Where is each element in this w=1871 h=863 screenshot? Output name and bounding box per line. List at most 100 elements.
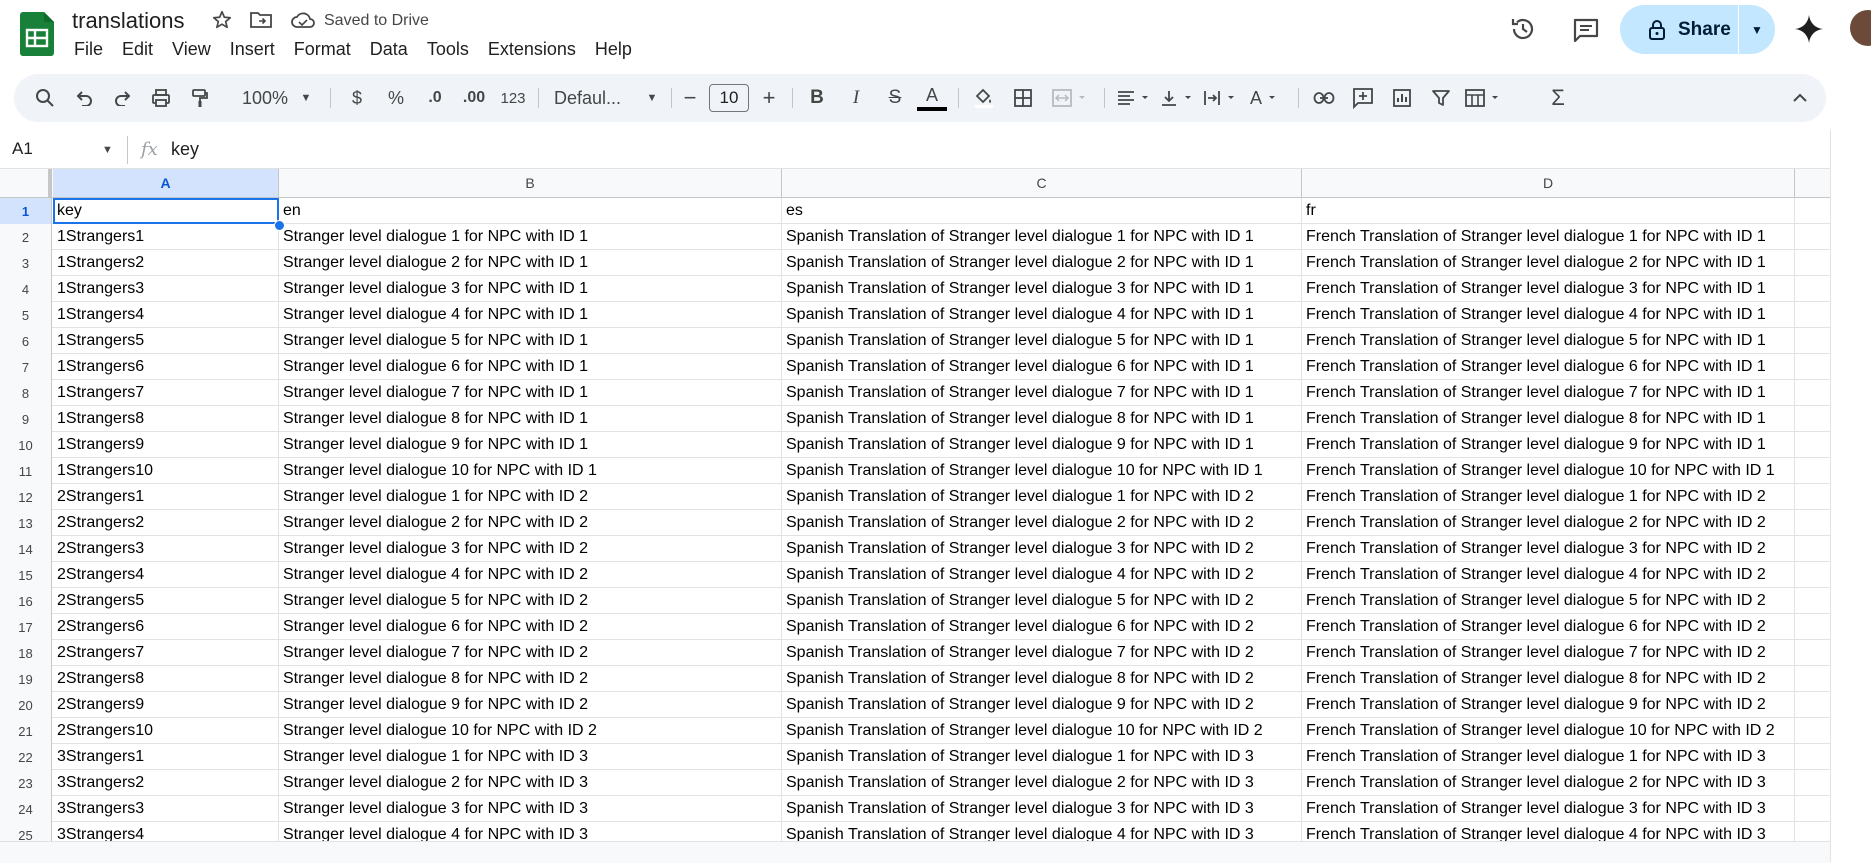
row-header[interactable]: 22 <box>0 744 52 770</box>
text-rotation-button[interactable]: A <box>1242 74 1290 122</box>
cell-b[interactable]: Stranger level dialogue 2 for NPC with I… <box>279 250 782 276</box>
zoom-select[interactable]: 100% <box>236 74 294 122</box>
cell-c[interactable]: Spanish Translation of Stranger level di… <box>782 406 1302 432</box>
cell-b[interactable]: Stranger level dialogue 10 for NPC with … <box>279 458 782 484</box>
row-header[interactable]: 10 <box>0 432 52 458</box>
share-main[interactable]: Share <box>1620 5 1738 54</box>
menu-help[interactable]: Help <box>595 39 632 60</box>
undo-icon[interactable] <box>71 74 97 122</box>
cell-b[interactable]: Stranger level dialogue 6 for NPC with I… <box>279 614 782 640</box>
formula-input[interactable]: key <box>171 139 199 160</box>
cell-d[interactable]: fr <box>1302 198 1795 224</box>
cell-d[interactable]: French Translation of Stranger level dia… <box>1302 614 1795 640</box>
cell-c[interactable]: Spanish Translation of Stranger level di… <box>782 614 1302 640</box>
cell-c[interactable]: Spanish Translation of Stranger level di… <box>782 692 1302 718</box>
cell-d[interactable]: French Translation of Stranger level dia… <box>1302 354 1795 380</box>
star-icon[interactable] <box>211 9 233 31</box>
cell-b[interactable]: Stranger level dialogue 1 for NPC with I… <box>279 744 782 770</box>
row-header[interactable]: 6 <box>0 328 52 354</box>
cell-d[interactable]: French Translation of Stranger level dia… <box>1302 822 1795 841</box>
font-caret-icon[interactable]: ▼ <box>644 74 660 122</box>
row-header[interactable]: 25 <box>0 822 52 841</box>
version-history-icon[interactable] <box>1509 15 1537 43</box>
print-icon[interactable] <box>148 74 174 122</box>
sheets-logo-icon[interactable] <box>20 12 54 56</box>
cell-d[interactable]: French Translation of Stranger level dia… <box>1302 588 1795 614</box>
cell-b[interactable]: Stranger level dialogue 1 for NPC with I… <box>279 484 782 510</box>
cell-c[interactable]: Spanish Translation of Stranger level di… <box>782 432 1302 458</box>
save-status[interactable]: Saved to Drive <box>324 12 429 30</box>
column-header-d[interactable]: D <box>1302 169 1795 197</box>
insert-comment-icon[interactable] <box>1349 74 1377 122</box>
cell-d[interactable]: French Translation of Stranger level dia… <box>1302 458 1795 484</box>
cell-b[interactable]: Stranger level dialogue 4 for NPC with I… <box>279 562 782 588</box>
comments-icon[interactable] <box>1572 17 1600 43</box>
row-header[interactable]: 15 <box>0 562 52 588</box>
menu-tools[interactable]: Tools <box>427 39 469 60</box>
cell-d[interactable]: French Translation of Stranger level dia… <box>1302 640 1795 666</box>
cell-b[interactable]: Stranger level dialogue 10 for NPC with … <box>279 718 782 744</box>
cell-a[interactable]: 2Strangers5 <box>53 588 279 614</box>
cell-b[interactable]: Stranger level dialogue 8 for NPC with I… <box>279 406 782 432</box>
cell-c[interactable]: es <box>782 198 1302 224</box>
cell-c[interactable]: Spanish Translation of Stranger level di… <box>782 666 1302 692</box>
borders-icon[interactable] <box>1010 74 1036 122</box>
cell-b[interactable]: Stranger level dialogue 7 for NPC with I… <box>279 380 782 406</box>
row-header[interactable]: 16 <box>0 588 52 614</box>
cell-a[interactable]: 1Strangers5 <box>53 328 279 354</box>
cell-d[interactable]: French Translation of Stranger level dia… <box>1302 380 1795 406</box>
cell-d[interactable]: French Translation of Stranger level dia… <box>1302 666 1795 692</box>
cell-a[interactable]: 1Strangers2 <box>53 250 279 276</box>
name-box-caret-icon[interactable]: ▼ <box>102 144 113 156</box>
row-header[interactable]: 9 <box>0 406 52 432</box>
menu-format[interactable]: Format <box>294 39 351 60</box>
font-size-input[interactable]: 10 <box>709 84 749 112</box>
cell-d[interactable]: French Translation of Stranger level dia… <box>1302 796 1795 822</box>
row-header[interactable]: 3 <box>0 250 52 276</box>
menu-insert[interactable]: Insert <box>230 39 275 60</box>
gemini-icon[interactable] <box>1794 14 1824 44</box>
cell-b[interactable]: Stranger level dialogue 2 for NPC with I… <box>279 510 782 536</box>
cell-c[interactable]: Spanish Translation of Stranger level di… <box>782 328 1302 354</box>
redo-icon[interactable] <box>110 74 136 122</box>
row-header[interactable]: 23 <box>0 770 52 796</box>
cell-b[interactable]: Stranger level dialogue 5 for NPC with I… <box>279 328 782 354</box>
document-title[interactable]: translations <box>72 8 185 34</box>
cell-c[interactable]: Spanish Translation of Stranger level di… <box>782 536 1302 562</box>
cell-d[interactable]: French Translation of Stranger level dia… <box>1302 718 1795 744</box>
decrease-font-size-button[interactable]: − <box>679 74 701 122</box>
cloud-saved-icon[interactable] <box>290 9 316 31</box>
cell-c[interactable]: Spanish Translation of Stranger level di… <box>782 510 1302 536</box>
insert-link-icon[interactable] <box>1310 74 1338 122</box>
bold-button[interactable]: B <box>805 74 829 122</box>
cell-d[interactable]: French Translation of Stranger level dia… <box>1302 250 1795 276</box>
cell-a[interactable]: 2Strangers9 <box>53 692 279 718</box>
row-header[interactable]: 11 <box>0 458 52 484</box>
font-family-select[interactable]: Defaul... <box>554 74 644 122</box>
row-header[interactable]: 19 <box>0 666 52 692</box>
cell-b[interactable]: Stranger level dialogue 7 for NPC with I… <box>279 640 782 666</box>
share-button[interactable]: Share ▼ <box>1620 5 1775 54</box>
increase-font-size-button[interactable]: + <box>758 74 780 122</box>
menu-view[interactable]: View <box>172 39 211 60</box>
cell-d[interactable]: French Translation of Stranger level dia… <box>1302 692 1795 718</box>
cell-d[interactable]: French Translation of Stranger level dia… <box>1302 744 1795 770</box>
cell-c[interactable]: Spanish Translation of Stranger level di… <box>782 484 1302 510</box>
filter-icon[interactable] <box>1427 74 1455 122</box>
row-header[interactable]: 24 <box>0 796 52 822</box>
zoom-caret-icon[interactable]: ▼ <box>298 74 314 122</box>
cell-d[interactable]: French Translation of Stranger level dia… <box>1302 484 1795 510</box>
cell-a[interactable]: 1Strangers3 <box>53 276 279 302</box>
cell-b[interactable]: Stranger level dialogue 9 for NPC with I… <box>279 692 782 718</box>
menu-file[interactable]: File <box>74 39 103 60</box>
row-header[interactable]: 2 <box>0 224 52 250</box>
functions-button[interactable]: Σ <box>1546 74 1570 122</box>
increase-decimal-button[interactable]: .00 <box>456 74 492 122</box>
cell-a[interactable]: 2Strangers2 <box>53 510 279 536</box>
cell-a[interactable]: 1Strangers8 <box>53 406 279 432</box>
cell-d[interactable]: French Translation of Stranger level dia… <box>1302 224 1795 250</box>
column-header-c[interactable]: C <box>782 169 1302 197</box>
cell-c[interactable]: Spanish Translation of Stranger level di… <box>782 744 1302 770</box>
move-folder-icon[interactable] <box>249 10 273 30</box>
cell-b[interactable]: Stranger level dialogue 8 for NPC with I… <box>279 666 782 692</box>
